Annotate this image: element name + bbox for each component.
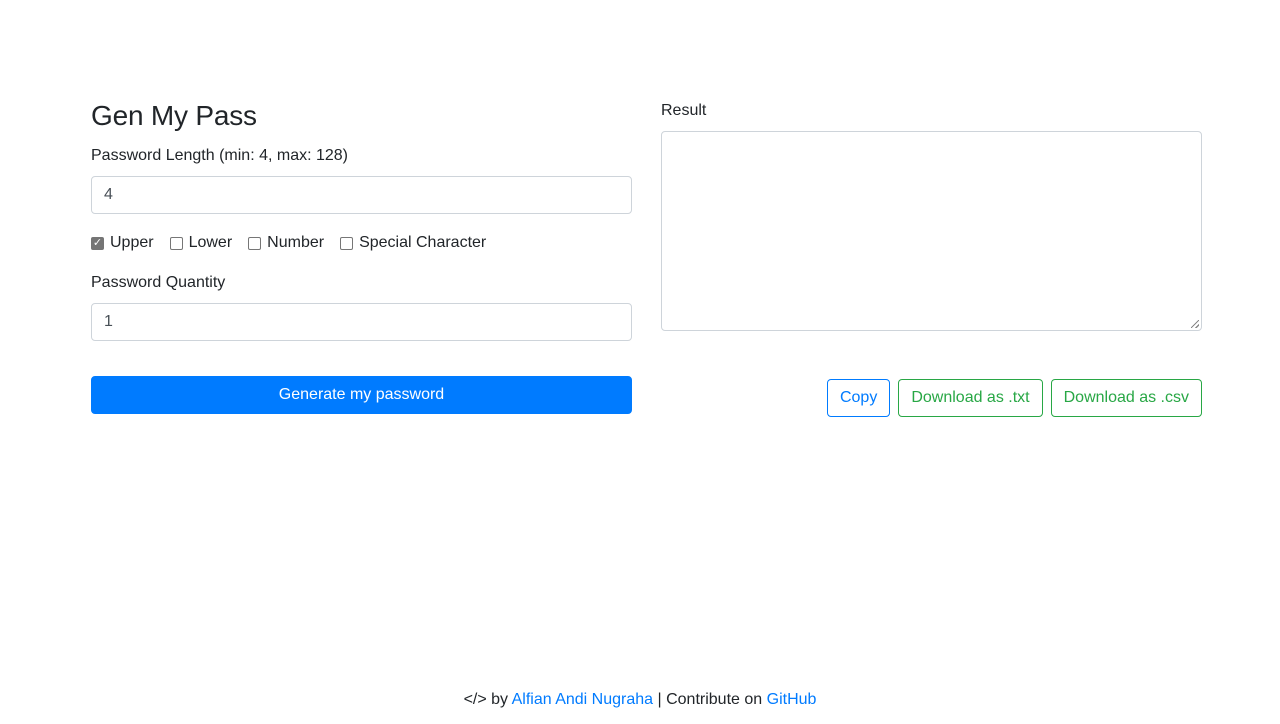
option-lower[interactable]: Lower: [169, 234, 233, 252]
download-txt-button[interactable]: Download as .txt: [898, 379, 1043, 417]
number-label: Number: [267, 234, 325, 251]
footer-prefix: </> by: [463, 691, 509, 708]
password-length-label: Password Length (min: 4, max: 128): [91, 147, 349, 164]
footer: </> by Alfian Andi Nugraha | Contribute …: [0, 689, 1280, 711]
page: Gen My Pass Password Length (min: 4, max…: [0, 0, 1280, 724]
upper-checkbox[interactable]: ✓: [91, 236, 104, 250]
result-label: Result: [661, 102, 707, 119]
option-upper[interactable]: ✓ Upper: [91, 234, 154, 252]
page-title: Gen My Pass: [91, 100, 257, 131]
password-quantity-value: 1: [104, 313, 113, 330]
password-quantity-input[interactable]: 1: [91, 303, 632, 341]
generate-button[interactable]: Generate my password: [91, 376, 632, 414]
lower-label: Lower: [188, 234, 233, 251]
upper-label: Upper: [110, 234, 154, 251]
result-panel: Result Copy Download as .txt Download as…: [661, 98, 1202, 417]
github-link[interactable]: GitHub: [767, 691, 817, 708]
lower-checkbox[interactable]: [169, 236, 183, 250]
password-length-input[interactable]: 4: [91, 176, 632, 214]
resize-handle-icon[interactable]: [1191, 320, 1199, 328]
footer-separator: | Contribute on: [657, 691, 763, 708]
option-number[interactable]: Number: [248, 234, 324, 252]
number-checkbox[interactable]: [248, 236, 262, 250]
option-special[interactable]: Special Character: [340, 234, 486, 252]
generator-form: Gen My Pass Password Length (min: 4, max…: [91, 98, 632, 414]
copy-button[interactable]: Copy: [826, 379, 891, 417]
result-textarea[interactable]: [661, 131, 1202, 331]
password-length-value: 4: [104, 186, 113, 203]
author-link[interactable]: Alfian Andi Nugraha: [512, 691, 653, 708]
password-quantity-label: Password Quantity: [91, 274, 226, 291]
result-actions: Copy Download as .txt Download as .csv: [826, 379, 1202, 417]
special-label: Special Character: [359, 234, 487, 251]
character-options: ✓ Upper Lower Number Special Character: [91, 232, 632, 254]
special-checkbox[interactable]: [340, 236, 354, 250]
download-csv-button[interactable]: Download as .csv: [1050, 379, 1202, 417]
